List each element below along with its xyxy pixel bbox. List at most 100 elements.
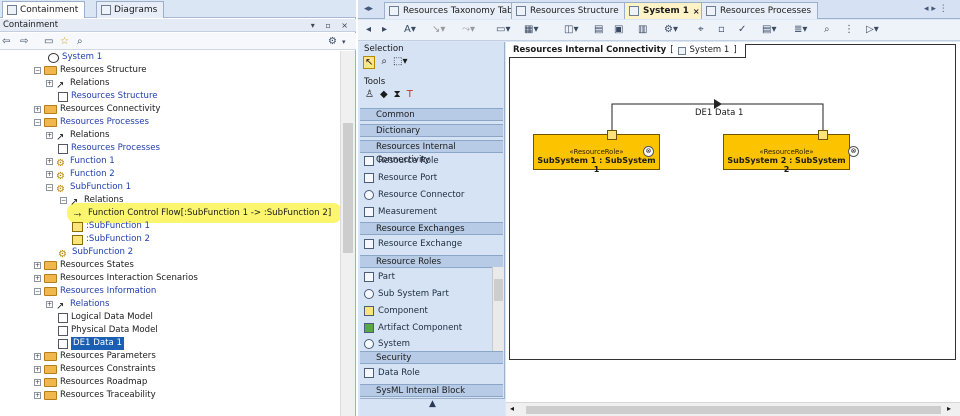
resource-role-subsystem-1[interactable]: «ResourceRole» SubSystem 1 : SubSystem 1 — [533, 134, 660, 174]
tree-item[interactable]: − Resources Structure — [34, 64, 147, 77]
tree-item[interactable]: :SubFunction 2 — [72, 233, 150, 246]
resource-port[interactable] — [818, 130, 828, 140]
expand-toggle-icon[interactable]: + — [46, 301, 53, 308]
back-icon[interactable]: ◂ — [366, 24, 371, 35]
resource-role-subsystem-2[interactable]: «ResourceRole» SubSystem 2 : SubSystem 2 — [723, 134, 850, 174]
palette-scrollbar[interactable] — [492, 267, 504, 351]
display-icon[interactable]: ▤▾ — [762, 24, 776, 35]
lock-icon[interactable]: ▥ — [638, 24, 647, 35]
tree-item[interactable]: + ⚙ Function 1 — [46, 155, 115, 169]
expand-toggle-icon[interactable]: + — [46, 80, 53, 87]
tab-scroll-arrows[interactable]: ◂ ▸ ⋮ — [924, 4, 948, 14]
hide-icon[interactable]: ◫▾ — [564, 24, 578, 35]
path-style-icon[interactable]: ⤳▾ — [462, 24, 475, 35]
search-icon[interactable]: ⌕ — [824, 24, 830, 35]
palette-item-component[interactable]: Component — [364, 304, 428, 318]
resource-port[interactable] — [607, 130, 617, 140]
palette-item-resource-connector[interactable]: Resource Connector — [364, 188, 464, 202]
expand-toggle-icon[interactable]: + — [46, 158, 53, 165]
tree-item[interactable]: :SubFunction 1 — [72, 220, 150, 233]
canvas-horizontal-scrollbar[interactable]: ◂ ▸ — [506, 402, 960, 416]
scrollbar-thumb[interactable] — [526, 406, 941, 414]
tree-item[interactable]: + Resources Connectivity — [34, 103, 160, 116]
palette-item-resource-exchange[interactable]: Resource Exchange — [364, 237, 462, 251]
tree-item-selected[interactable]: DE1 Data 1 — [58, 337, 124, 350]
tab-system-1[interactable]: System 1 × — [624, 2, 707, 19]
text-tool-icon[interactable]: T — [407, 89, 413, 100]
tree-item[interactable]: + ↗ Relations — [46, 77, 109, 91]
palette-group-resource-roles[interactable]: Resource Roles — [360, 255, 503, 268]
person-icon[interactable]: ♙ — [365, 89, 374, 100]
tree-item[interactable]: − ⚙ SubFunction 1 — [46, 181, 131, 195]
collapse-toggle-icon[interactable]: − — [34, 119, 41, 126]
tree-item[interactable]: + ⚙ Function 2 — [46, 168, 115, 182]
star-icon[interactable]: ☆ — [60, 36, 69, 47]
tree-item-control-flow[interactable]: ⤑ Function Control Flow[:SubFunction 1 -… — [74, 207, 331, 220]
panel-window-buttons[interactable]: ▾ ▫ × — [311, 19, 352, 32]
pin-icon[interactable]: ▫ — [718, 24, 725, 35]
expand-toggle-icon[interactable]: + — [34, 379, 41, 386]
chevron-down-icon[interactable]: ▾ — [342, 38, 346, 46]
gear-icon[interactable]: ⚙▾ — [664, 24, 678, 35]
palette-scroll-down[interactable]: ▲ — [360, 398, 505, 416]
filter-icon[interactable]: ⌖ — [698, 24, 704, 35]
paste-icon[interactable]: ▤ — [594, 24, 603, 35]
pointer-icon[interactable]: ↖ — [363, 56, 376, 69]
scroll-left-icon[interactable]: ◂ — [510, 404, 514, 413]
scrollbar-thumb[interactable] — [343, 123, 353, 253]
text-format-icon[interactable]: A▾ — [404, 24, 416, 35]
search-icon[interactable]: ⌕ — [77, 36, 83, 47]
tab-diagrams[interactable]: Diagrams — [96, 1, 165, 18]
validate-icon[interactable]: ✓ — [738, 24, 746, 35]
palette-item-resource-role[interactable]: Resource Role — [364, 154, 439, 168]
hourglass-icon[interactable]: ⧗ — [394, 89, 401, 100]
tree-item[interactable]: Logical Data Model — [58, 311, 153, 324]
palette-item-data-role[interactable]: Data Role — [364, 366, 420, 380]
expand-toggle-icon[interactable]: + — [46, 171, 53, 178]
tree-item[interactable]: ⚙ SubFunction 2 — [58, 246, 133, 260]
tree-item[interactable]: + Resources Parameters — [34, 350, 156, 363]
chevron-up-icon[interactable]: ▲ — [429, 399, 436, 409]
tree-scrollbar[interactable] — [340, 51, 355, 416]
tree-item[interactable]: − Resources Information — [34, 285, 156, 298]
scrollbar-thumb[interactable] — [494, 279, 503, 301]
tab-resources-structure[interactable]: Resources Structure — [511, 2, 626, 19]
tree-item[interactable]: System 1 — [48, 51, 102, 64]
tree-item[interactable]: Physical Data Model — [58, 324, 158, 337]
palette-item-sub-system-part[interactable]: Sub System Part — [364, 287, 449, 301]
collapse-toggle-icon[interactable]: − — [60, 197, 67, 204]
palette-item-measurement[interactable]: Measurement — [364, 205, 437, 219]
line-style-icon[interactable]: ↘▾ — [432, 24, 445, 35]
expand-toggle-icon[interactable]: + — [34, 262, 41, 269]
tree-item[interactable]: + ↗ Relations — [46, 298, 109, 312]
tree-item[interactable]: + ↗ Relations — [46, 129, 109, 143]
tab-resources-taxonomy-table[interactable]: Resources Taxonomy Table — [384, 2, 528, 19]
tree-item[interactable]: + Resources Constraints — [34, 363, 156, 376]
tree-item[interactable]: + Resources Roadmap — [34, 376, 147, 389]
expand-toggle-icon[interactable]: + — [34, 275, 41, 282]
tab-resources-processes[interactable]: Resources Processes — [701, 2, 819, 19]
palette-item-artifact-component[interactable]: Artifact Component — [364, 321, 462, 335]
palette-group-common[interactable]: Common — [360, 108, 503, 121]
scroll-right-icon[interactable]: ▸ — [947, 404, 951, 413]
expand-toggle-icon[interactable]: + — [34, 353, 41, 360]
expand-icon[interactable]: ⇨ — [20, 36, 28, 47]
copy-icon[interactable]: ▣ — [614, 24, 623, 35]
palette-item-resource-port[interactable]: Resource Port — [364, 171, 437, 185]
layout-icon[interactable]: ▦▾ — [524, 24, 538, 35]
layout-options-icon[interactable]: ≣▾ — [794, 24, 807, 35]
expand-toggle-icon[interactable]: + — [46, 132, 53, 139]
palette-group-sysml-ibd[interactable]: SysML Internal Block Diagram — [360, 384, 503, 409]
palette-group-security[interactable]: Security — [360, 351, 503, 364]
more-icon[interactable]: ⋮ — [844, 24, 854, 35]
gear-icon[interactable]: ⚙ — [328, 36, 337, 47]
expand-toggle-icon[interactable]: + — [34, 392, 41, 399]
tree-item[interactable]: + Resources States — [34, 259, 134, 272]
forward-icon[interactable]: ▸ — [382, 24, 387, 35]
collapse-toggle-icon[interactable]: − — [34, 288, 41, 295]
expand-toggle-icon[interactable]: + — [34, 106, 41, 113]
shape-icon[interactable]: ◆ — [380, 89, 388, 100]
folder-open-icon[interactable]: ▭ — [44, 36, 53, 47]
expand-toggle-icon[interactable]: + — [34, 366, 41, 373]
connector-label[interactable]: DE1 Data 1 — [695, 108, 743, 118]
